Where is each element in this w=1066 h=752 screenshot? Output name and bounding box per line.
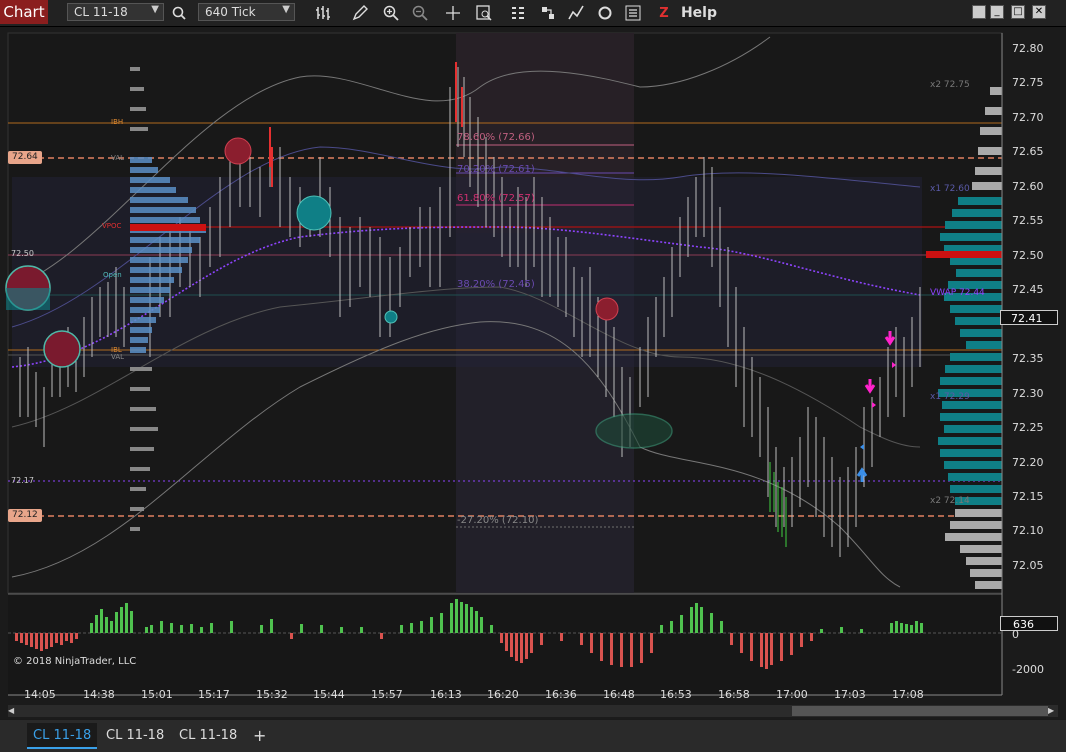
price-tick: 72.50 bbox=[1012, 249, 1044, 262]
time-tick: 15:44 bbox=[313, 688, 345, 701]
instrument-tab-active[interactable]: CL 11-18 bbox=[27, 723, 98, 749]
scroll-left-icon[interactable]: ◀ bbox=[8, 706, 18, 718]
bottom-tab-bar: CL 11-18 CL 11-18 CL 11-18 + bbox=[0, 720, 1066, 752]
time-tick: 16:20 bbox=[487, 688, 519, 701]
price-tick: 72.15 bbox=[1012, 490, 1044, 503]
price-tick: 72.75 bbox=[1012, 76, 1044, 89]
z-order-button[interactable]: Z bbox=[657, 3, 671, 23]
time-tick: 15:17 bbox=[198, 688, 230, 701]
toolbar: Chart CL 11-18 ▼ 640 Tick ▼ Z Help _ □ ✕ bbox=[0, 0, 1066, 27]
copyright-text: © 2018 NinjaTrader, LLC bbox=[13, 656, 137, 667]
chevron-down-icon: ▼ bbox=[282, 4, 290, 15]
time-tick: 16:53 bbox=[660, 688, 692, 701]
scroll-right-icon[interactable]: ▶ bbox=[1048, 706, 1058, 718]
price-marker-label: 72.12 bbox=[8, 509, 42, 522]
time-tick: 16:36 bbox=[545, 688, 577, 701]
indicator-current-label: 636 bbox=[1000, 616, 1058, 631]
minimize-icon[interactable]: _ bbox=[990, 5, 1004, 19]
refresh-icon[interactable] bbox=[595, 3, 615, 23]
time-tick: 15:32 bbox=[256, 688, 288, 701]
price-tick: 72.35 bbox=[1012, 352, 1044, 365]
band-label: x1 72.29 bbox=[930, 392, 970, 402]
price-tick: 72.30 bbox=[1012, 387, 1044, 400]
vpoc-label: VPOC bbox=[102, 222, 122, 230]
time-tick: 15:57 bbox=[371, 688, 403, 701]
price-tick: 72.10 bbox=[1012, 524, 1044, 537]
zoom-in-icon[interactable] bbox=[381, 3, 401, 23]
time-tick: 14:38 bbox=[83, 688, 115, 701]
bars-type-icon[interactable] bbox=[313, 3, 333, 23]
fib-label: 78.60% (72.66) bbox=[457, 132, 535, 143]
interval-value: 640 Tick bbox=[205, 5, 256, 19]
price-tick: 72.60 bbox=[1012, 180, 1044, 193]
price-marker-label: 72.64 bbox=[8, 151, 42, 164]
properties-icon[interactable] bbox=[623, 3, 643, 23]
price-tick: 72.55 bbox=[1012, 214, 1044, 227]
time-tick: 16:13 bbox=[430, 688, 462, 701]
instrument-value: CL 11-18 bbox=[74, 5, 128, 19]
data-box-icon[interactable] bbox=[474, 3, 494, 23]
zoom-out-icon[interactable] bbox=[410, 3, 430, 23]
price-marker-label: 72.17 bbox=[11, 476, 34, 485]
chevron-down-icon: ▼ bbox=[151, 4, 159, 15]
maximize-icon[interactable]: □ bbox=[1011, 5, 1025, 19]
instrument-tab[interactable]: CL 11-18 bbox=[100, 723, 170, 747]
current-price-label: 72.41 bbox=[1000, 310, 1058, 325]
search-icon[interactable] bbox=[170, 3, 188, 23]
fib-label: -27.20% (72.10) bbox=[457, 515, 539, 526]
instrument-tab[interactable]: CL 11-18 bbox=[173, 723, 243, 747]
indicator-tick: -2000 bbox=[1012, 663, 1044, 676]
overlay-icon[interactable] bbox=[972, 5, 986, 19]
strategies-icon[interactable] bbox=[538, 3, 558, 23]
interval-select[interactable]: 640 Tick ▼ bbox=[198, 3, 295, 21]
price-tick: 72.65 bbox=[1012, 145, 1044, 158]
add-tab-button[interactable]: + bbox=[247, 723, 272, 747]
time-tick: 16:58 bbox=[718, 688, 750, 701]
price-tick: 72.25 bbox=[1012, 421, 1044, 434]
time-tick: 16:48 bbox=[603, 688, 635, 701]
fib-label: 61.80% (72.57) bbox=[457, 193, 535, 204]
chart-canvas[interactable] bbox=[0, 27, 1066, 719]
band-label: x1 72.60 bbox=[930, 184, 970, 194]
close-icon[interactable]: ✕ bbox=[1032, 5, 1046, 19]
help-button[interactable]: Help bbox=[680, 3, 718, 23]
time-tick: 15:01 bbox=[141, 688, 173, 701]
time-tick: 14:05 bbox=[24, 688, 56, 701]
val-bottom-label: VAL bbox=[111, 353, 125, 361]
crosshair-icon[interactable] bbox=[443, 3, 463, 23]
instrument-select[interactable]: CL 11-18 ▼ bbox=[67, 3, 164, 21]
time-tick: 17:03 bbox=[834, 688, 866, 701]
price-tick: 72.80 bbox=[1012, 42, 1044, 55]
indicator-tick: 0 bbox=[1012, 628, 1019, 641]
price-tick: 72.05 bbox=[1012, 559, 1044, 572]
band-label: x2 72.14 bbox=[930, 496, 970, 506]
price-tick: 72.45 bbox=[1012, 283, 1044, 296]
price-marker-label: 72.50 bbox=[11, 249, 34, 258]
vwap-label: VWAP 72.44 bbox=[930, 288, 985, 298]
fib-label: 70.20% (72.61) bbox=[457, 164, 535, 175]
price-tick: 72.70 bbox=[1012, 111, 1044, 124]
plot-executions-icon[interactable] bbox=[566, 3, 586, 23]
time-tick: 17:00 bbox=[776, 688, 808, 701]
indicators-icon[interactable] bbox=[508, 3, 528, 23]
fib-label: 38.20% (72.45) bbox=[457, 279, 535, 290]
draw-pencil-icon[interactable] bbox=[350, 3, 370, 23]
price-tick: 72.20 bbox=[1012, 456, 1044, 469]
val-top-label: VAL bbox=[111, 154, 125, 162]
open-label: Open bbox=[103, 271, 122, 279]
band-label: x2 72.75 bbox=[930, 80, 970, 90]
chart-tab[interactable]: Chart bbox=[0, 0, 48, 24]
time-tick: 17:08 bbox=[892, 688, 924, 701]
ibh-label: IBH bbox=[111, 118, 124, 126]
